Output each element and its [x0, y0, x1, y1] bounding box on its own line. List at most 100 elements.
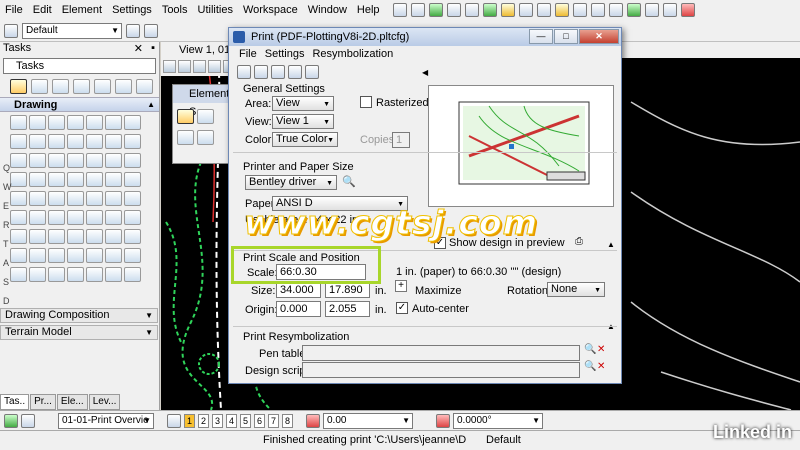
array-tool[interactable] — [86, 191, 103, 206]
text-node-tool[interactable] — [29, 210, 46, 225]
printer-icon[interactable]: ⎙ — [575, 236, 583, 247]
print-batch-icon[interactable] — [305, 65, 319, 79]
fillet-tool[interactable] — [86, 153, 103, 168]
color-dropdown[interactable]: True Color — [272, 132, 338, 147]
measure-tool[interactable] — [31, 79, 48, 94]
zoom-out-icon[interactable] — [193, 60, 206, 73]
menu-utilities[interactable]: Utilities — [193, 0, 238, 20]
text-copy-tool[interactable] — [124, 210, 141, 225]
crosshatch-tool[interactable] — [105, 134, 122, 149]
cells-icon[interactable] — [518, 3, 533, 17]
view-button-2[interactable]: 2 — [198, 413, 209, 428]
menu-help[interactable]: Help — [352, 0, 385, 20]
print-menu-file[interactable]: File — [239, 46, 257, 62]
close-button[interactable]: ✕ — [579, 29, 619, 44]
maximize-button[interactable]: □ — [554, 29, 578, 44]
origin-y-input[interactable]: 2.055 — [325, 301, 370, 317]
key-point-tool[interactable] — [52, 79, 69, 94]
modify-arc-tool[interactable] — [67, 153, 84, 168]
clear-icon[interactable]: ✕ — [597, 361, 605, 372]
key-icon[interactable] — [410, 3, 425, 17]
chevron-down-icon[interactable]: ▼ — [145, 309, 153, 322]
fence-delete-tool[interactable] — [48, 267, 65, 282]
sheet-icon[interactable] — [608, 3, 623, 17]
pen-table-input[interactable] — [302, 345, 580, 361]
modify-tool[interactable] — [124, 191, 141, 206]
print-icon[interactable] — [536, 3, 551, 17]
dim-ordinate-tool[interactable] — [67, 229, 84, 244]
tab-tasks[interactable]: Tas.. — [0, 394, 30, 410]
line-style-icon[interactable] — [144, 23, 158, 38]
view-group-combo[interactable]: 01-01-Print Overvie — [58, 412, 154, 429]
cell-ungroup-tool[interactable] — [105, 248, 122, 263]
stream-tool[interactable] — [67, 115, 84, 130]
dim-element-tool[interactable] — [86, 229, 103, 244]
minimize-button[interactable]: — — [529, 29, 553, 44]
shape-tool[interactable] — [10, 134, 27, 149]
pattern-tool[interactable] — [124, 134, 141, 149]
circle-tool[interactable] — [10, 153, 27, 168]
arc-center-tool[interactable] — [29, 153, 46, 168]
level-manager-icon[interactable] — [428, 3, 443, 17]
chevron-up-icon[interactable]: ▲ — [147, 98, 155, 112]
view-button-4[interactable]: 4 — [226, 413, 237, 428]
menu-settings[interactable]: Settings — [107, 0, 157, 20]
section-terrain-model[interactable]: Terrain Model ▼ — [0, 325, 158, 340]
size-width-input[interactable]: 34.000 — [276, 282, 321, 298]
ellipse-tool[interactable] — [48, 134, 65, 149]
menu-element[interactable]: Element — [57, 0, 107, 20]
region-tool[interactable] — [10, 172, 27, 187]
tasks-combo[interactable]: Tasks — [3, 58, 156, 74]
cell-lock-tool[interactable] — [124, 248, 141, 263]
design-script-input[interactable] — [302, 362, 580, 378]
selection-block-icon[interactable] — [177, 130, 194, 145]
curve-tool[interactable] — [124, 115, 141, 130]
pin-icon[interactable]: ▪ — [151, 42, 155, 54]
point-curve-tool[interactable] — [86, 115, 103, 130]
section-drawing[interactable]: Drawing ▲ — [0, 97, 159, 112]
edit-text-tool[interactable] — [86, 172, 103, 187]
dim-angle-tool[interactable] — [29, 229, 46, 244]
arc-edge-tool[interactable] — [48, 153, 65, 168]
split-tool[interactable] — [136, 79, 153, 94]
stop-icon[interactable] — [680, 3, 695, 17]
menu-workspace[interactable]: Workspace — [238, 0, 303, 20]
dim-size-tool[interactable] — [10, 229, 27, 244]
tab-levels[interactable]: Lev... — [88, 394, 121, 410]
angle-field[interactable]: 0.0000° — [453, 412, 543, 429]
angle-lock-icon[interactable] — [436, 413, 450, 428]
text-fit-tool[interactable] — [48, 210, 65, 225]
print-icon[interactable] — [237, 65, 251, 79]
move-tool[interactable] — [10, 191, 27, 206]
smartline-tool[interactable] — [29, 115, 46, 130]
arc-tool[interactable] — [48, 115, 65, 130]
section-drawing-composition[interactable]: Drawing Composition ▼ — [0, 308, 158, 323]
tab-elements[interactable]: Ele... — [56, 394, 88, 410]
print-menu-settings[interactable]: Settings — [265, 46, 305, 62]
fence-stretch-tool[interactable] — [86, 267, 103, 282]
union-tool[interactable] — [29, 172, 46, 187]
distance-field[interactable]: 0.00 — [323, 412, 413, 429]
cell-drop-tool[interactable] — [67, 248, 84, 263]
close-icon[interactable]: ✕ — [134, 42, 143, 55]
difference-tool[interactable] — [48, 172, 65, 187]
cell-group-tool[interactable] — [86, 248, 103, 263]
search-icon[interactable]: 🔍 — [584, 344, 596, 355]
menu-window[interactable]: Window — [303, 0, 352, 20]
view-dropdown[interactable]: View 1 — [272, 114, 334, 129]
zoom-in-icon[interactable] — [178, 60, 191, 73]
clear-icon[interactable]: ✕ — [597, 344, 605, 355]
print-menu-resymbolization[interactable]: Resymbolization — [312, 46, 393, 62]
dim-radial-tool[interactable] — [48, 229, 65, 244]
list-icon[interactable] — [288, 65, 302, 79]
raster-icon[interactable] — [464, 3, 479, 17]
lock-icon[interactable] — [306, 413, 320, 428]
dim-geometry-tool[interactable] — [124, 229, 141, 244]
printer-driver-dropdown[interactable]: Bentley driver — [245, 175, 337, 190]
settings-icon[interactable] — [662, 3, 677, 17]
cell-replace-tool[interactable] — [48, 248, 65, 263]
select-element-tool[interactable] — [10, 79, 27, 94]
text-along-tool[interactable] — [86, 210, 103, 225]
saved-views-icon[interactable] — [500, 3, 515, 17]
copies-input[interactable]: 1 — [392, 132, 410, 148]
